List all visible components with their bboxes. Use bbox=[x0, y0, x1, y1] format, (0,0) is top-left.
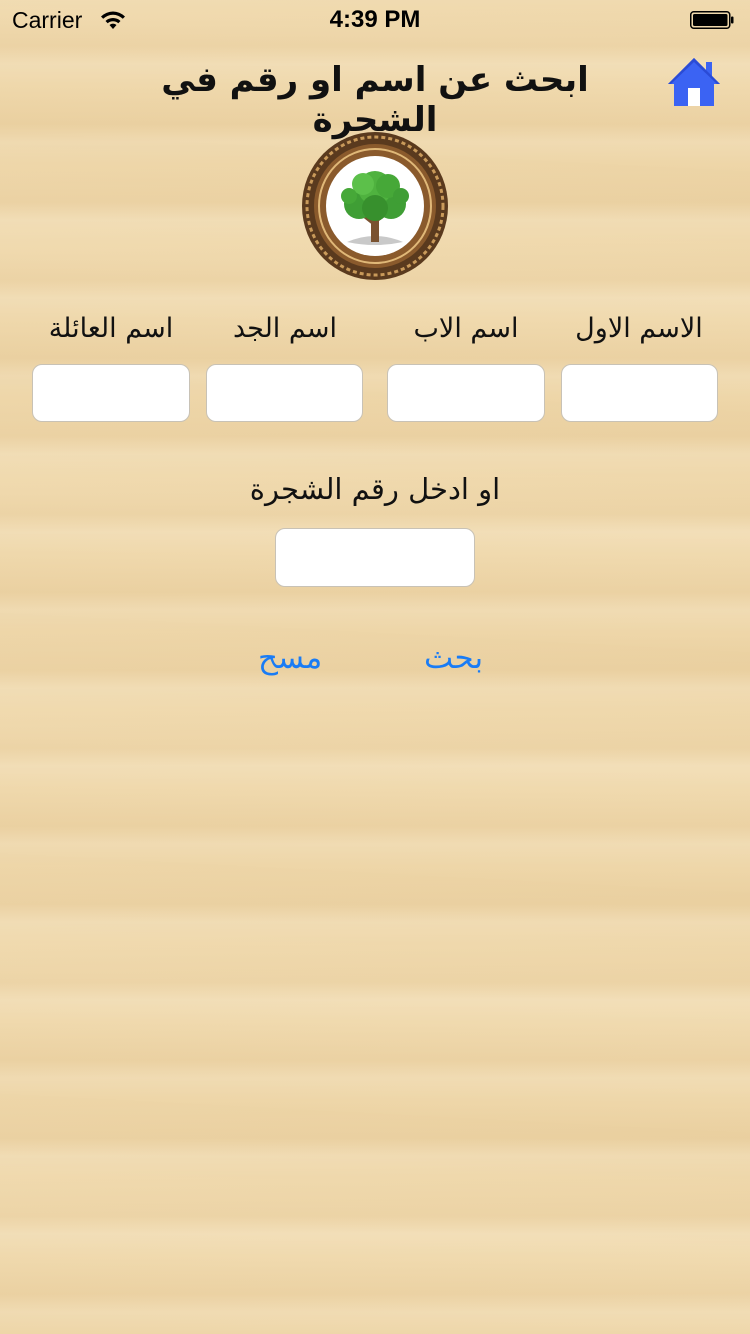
home-button[interactable] bbox=[666, 54, 722, 110]
status-bar: Carrier 4:39 PM bbox=[0, 0, 750, 40]
tree-logo bbox=[299, 130, 451, 282]
first-name-label: الاسم الاول bbox=[575, 313, 703, 344]
tree-number-field[interactable] bbox=[275, 528, 475, 587]
status-time: 4:39 PM bbox=[329, 6, 421, 33]
page-title: ابحث عن اسم او رقم في الشجرة bbox=[161, 60, 589, 140]
family-name-field[interactable] bbox=[32, 364, 190, 422]
grandfather-name-field[interactable] bbox=[206, 364, 363, 422]
home-icon bbox=[668, 58, 720, 106]
tree-logo-icon bbox=[302, 132, 448, 280]
tree-number-label: او ادخل رقم الشجرة bbox=[249, 472, 501, 506]
battery-icon bbox=[690, 11, 734, 29]
grandfather-name-label: اسم الجد bbox=[232, 313, 337, 344]
first-name-field[interactable] bbox=[561, 364, 718, 422]
search-button[interactable]: بحث bbox=[424, 640, 483, 676]
family-name-label: اسم العائلة bbox=[48, 313, 174, 344]
clear-button[interactable]: مسح bbox=[258, 640, 322, 676]
father-name-label: اسم الاب bbox=[413, 313, 519, 344]
father-name-field[interactable] bbox=[387, 364, 545, 422]
